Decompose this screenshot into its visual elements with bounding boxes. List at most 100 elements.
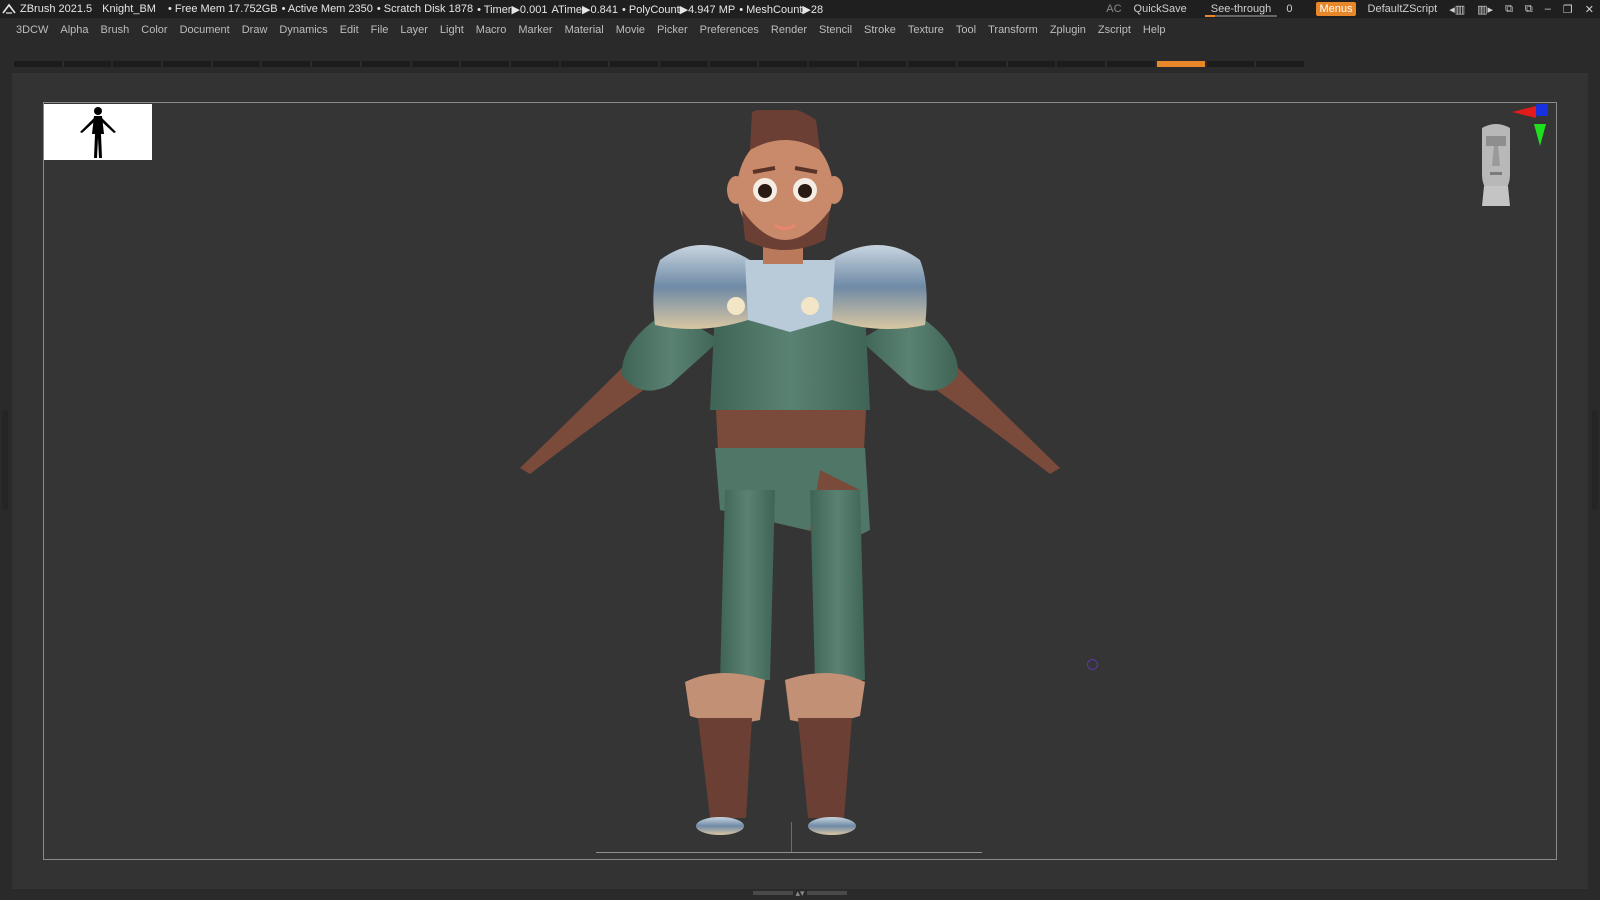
window-copy-icon[interactable]: ⧉: [1505, 3, 1513, 16]
menu-zscript[interactable]: Zscript: [1098, 24, 1131, 36]
shelf-slot[interactable]: [560, 61, 609, 67]
right-boot-cuff: [785, 672, 865, 724]
quicksave-button[interactable]: QuickSave: [1134, 3, 1187, 15]
left-toe-cap: [696, 817, 744, 835]
menu-movie[interactable]: Movie: [616, 24, 645, 36]
menu-stroke[interactable]: Stroke: [864, 24, 896, 36]
left-leg: [720, 490, 775, 680]
shelf-slot[interactable]: [1256, 61, 1304, 67]
chevron-up-down-icon[interactable]: ▴▾: [795, 888, 804, 899]
navigation-head-icon[interactable]: [1472, 122, 1520, 206]
see-through-slider[interactable]: See-through 0: [1199, 3, 1305, 17]
atime: ATime▶0.841: [551, 3, 619, 16]
menu-stencil[interactable]: Stencil: [819, 24, 852, 36]
menu-3dcw[interactable]: 3DCW: [16, 24, 48, 36]
shelf-slot[interactable]: [858, 61, 907, 67]
menu-layer[interactable]: Layer: [400, 24, 428, 36]
main-menu-bar: 3DCW Alpha Brush Color Document Draw Dyn…: [0, 20, 1600, 40]
shelf-slot[interactable]: [1107, 61, 1155, 67]
shelf-slot[interactable]: [312, 61, 360, 67]
see-through-track: [1204, 15, 1277, 17]
shelf-slot[interactable]: [262, 61, 311, 67]
shelf-slot[interactable]: [1007, 61, 1056, 67]
shelf-slot[interactable]: [958, 61, 1006, 67]
menu-material[interactable]: Material: [565, 24, 604, 36]
menu-tool[interactable]: Tool: [956, 24, 976, 36]
shelf-slot[interactable]: [809, 61, 857, 67]
shelf-slot[interactable]: [1206, 61, 1255, 67]
right-toe-cap: [808, 817, 856, 835]
character-model[interactable]: [520, 110, 1060, 855]
menu-render[interactable]: Render: [771, 24, 807, 36]
restore-icon[interactable]: ❐: [1563, 3, 1573, 16]
shelf-slot[interactable]: [163, 61, 211, 67]
shelf-slot[interactable]: [908, 61, 957, 67]
right-pauldron: [830, 245, 927, 329]
menu-picker[interactable]: Picker: [657, 24, 688, 36]
shelf-slot[interactable]: [411, 61, 460, 67]
menu-preferences[interactable]: Preferences: [700, 24, 759, 36]
right-ear: [825, 176, 843, 204]
shelf-slot[interactable]: [212, 61, 261, 67]
default-zscript-button[interactable]: DefaultZScript: [1368, 3, 1438, 15]
menu-document[interactable]: Document: [180, 24, 230, 36]
shelf-slot[interactable]: [1057, 61, 1106, 67]
close-icon[interactable]: ✕: [1585, 3, 1594, 16]
layout-left-icon[interactable]: ◂▥: [1449, 3, 1465, 16]
menu-marker[interactable]: Marker: [518, 24, 552, 36]
shelf-bar: [14, 61, 1306, 67]
menu-dynamics[interactable]: Dynamics: [279, 24, 327, 36]
shelf-slot[interactable]: [113, 61, 162, 67]
shelf-slot[interactable]: [759, 61, 807, 67]
y-axis-line: [791, 822, 792, 852]
app-name: ZBrush 2021.5: [20, 3, 93, 15]
shelf-slot[interactable]: [659, 61, 708, 67]
left-pauldron: [653, 245, 750, 329]
menus-toggle-button[interactable]: Menus: [1316, 2, 1356, 16]
shelf-slot[interactable]: [510, 61, 559, 67]
right-eye: [798, 184, 812, 198]
active-mem: • Active Mem 2350: [281, 3, 373, 15]
menu-file[interactable]: File: [371, 24, 389, 36]
menu-draw[interactable]: Draw: [242, 24, 268, 36]
left-tray-handle[interactable]: [2, 410, 8, 510]
left-eye: [758, 184, 772, 198]
menu-color[interactable]: Color: [141, 24, 167, 36]
brush-cursor: [1087, 659, 1098, 670]
figure-silhouette-icon[interactable]: [44, 104, 152, 160]
menu-brush[interactable]: Brush: [101, 24, 130, 36]
floor-line: [596, 852, 982, 853]
see-through-label: See-through: [1210, 3, 1272, 15]
menu-alpha[interactable]: Alpha: [60, 24, 88, 36]
title-bar: ZBrush 2021.5 Knight_BM • Free Mem 17.75…: [0, 0, 1600, 18]
menu-edit[interactable]: Edit: [340, 24, 359, 36]
bottom-tray-handle[interactable]: ▴▾: [746, 888, 854, 899]
shelf-slot[interactable]: [610, 61, 658, 67]
menu-transform[interactable]: Transform: [988, 24, 1038, 36]
left-boot: [698, 718, 752, 818]
menu-macro[interactable]: Macro: [476, 24, 507, 36]
shelf-slot[interactable]: [14, 61, 62, 67]
ac-label[interactable]: AC: [1106, 3, 1121, 15]
shelf-slot[interactable]: [361, 61, 410, 67]
belt: [716, 410, 866, 450]
shelf-slot[interactable]: [709, 61, 758, 67]
layout-right-icon[interactable]: ▥▸: [1477, 3, 1493, 16]
bottom-handle-left: [753, 891, 794, 895]
menu-help[interactable]: Help: [1143, 24, 1166, 36]
minimize-icon[interactable]: –: [1545, 3, 1551, 15]
menu-texture[interactable]: Texture: [908, 24, 944, 36]
shelf-slot[interactable]: [1156, 61, 1205, 67]
menu-zplugin[interactable]: Zplugin: [1050, 24, 1086, 36]
menu-light[interactable]: Light: [440, 24, 464, 36]
shelf-slot[interactable]: [63, 61, 112, 67]
timer: • Timer▶0.001: [477, 3, 548, 16]
title-right-tools: AC QuickSave See-through 0 Menus Default…: [1100, 0, 1600, 18]
zbrush-logo-icon: [2, 3, 16, 14]
window-paste-icon[interactable]: ⧉: [1525, 3, 1533, 16]
shelf-slot[interactable]: [461, 61, 509, 67]
left-pauldron-rivet: [727, 297, 745, 315]
free-mem: • Free Mem 17.752GB: [167, 3, 278, 15]
right-tray-handle[interactable]: [1592, 410, 1598, 510]
polycount: • PolyCount▶4.947 MP: [622, 3, 736, 16]
